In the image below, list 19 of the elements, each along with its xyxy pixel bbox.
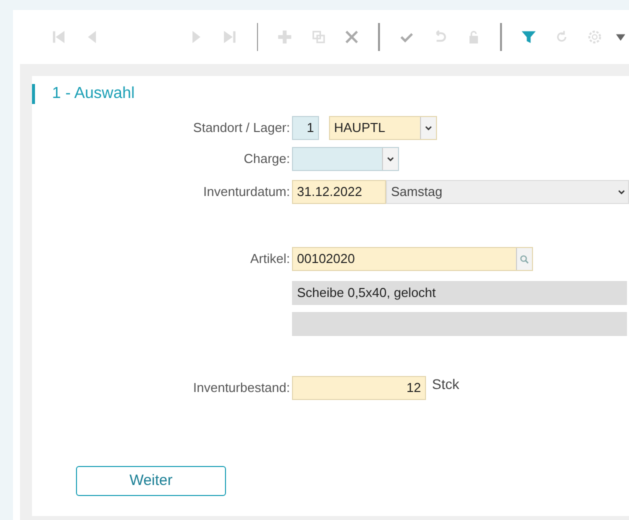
field-label: Artikel: <box>250 250 290 268</box>
unit-label: Stck <box>432 376 460 392</box>
dropdown[interactable]: Samstag <box>386 180 629 204</box>
readonly-field: Scheibe 0,5x40, gelocht <box>292 281 627 305</box>
field-label: Inventurbestand: <box>193 379 290 397</box>
input-field[interactable]: 31.12.2022 <box>292 180 386 204</box>
input-field[interactable]: 1 <box>292 116 319 140</box>
search-icon[interactable] <box>520 254 529 264</box>
field-label: Inventurdatum: <box>203 183 290 201</box>
section-title: 1 - Auswahl <box>52 84 135 104</box>
chevron-icon[interactable] <box>424 124 433 132</box>
chevron-icon[interactable] <box>386 154 395 164</box>
weiter-button[interactable]: Weiter <box>76 466 226 496</box>
input-field[interactable]: 12 <box>292 376 426 400</box>
dropdown[interactable]: HAUPTL <box>329 116 437 140</box>
field-label: Standort / Lager: <box>193 119 290 137</box>
field-label: Charge: <box>244 150 290 168</box>
lookup-field[interactable]: 00102020 <box>292 247 533 271</box>
chevron-icon[interactable] <box>616 188 626 196</box>
